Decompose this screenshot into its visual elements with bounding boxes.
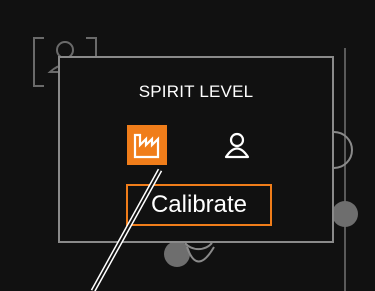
user-icon	[224, 132, 250, 159]
factory-mode-button[interactable]	[127, 125, 167, 165]
factory-icon	[133, 133, 160, 159]
spirit-level-dialog: SPIRIT LEVEL Calibrate	[58, 56, 334, 243]
spirit-level-screen: SPIRIT LEVEL Calibrate	[0, 0, 375, 291]
dialog-title: SPIRIT LEVEL	[138, 82, 254, 101]
calibrate-button[interactable]: Calibrate	[126, 184, 272, 226]
background-bottom-knob	[184, 242, 213, 251]
background-right-knob	[333, 131, 353, 169]
user-mode-button[interactable]	[217, 125, 257, 165]
background-right-dot	[332, 201, 358, 227]
